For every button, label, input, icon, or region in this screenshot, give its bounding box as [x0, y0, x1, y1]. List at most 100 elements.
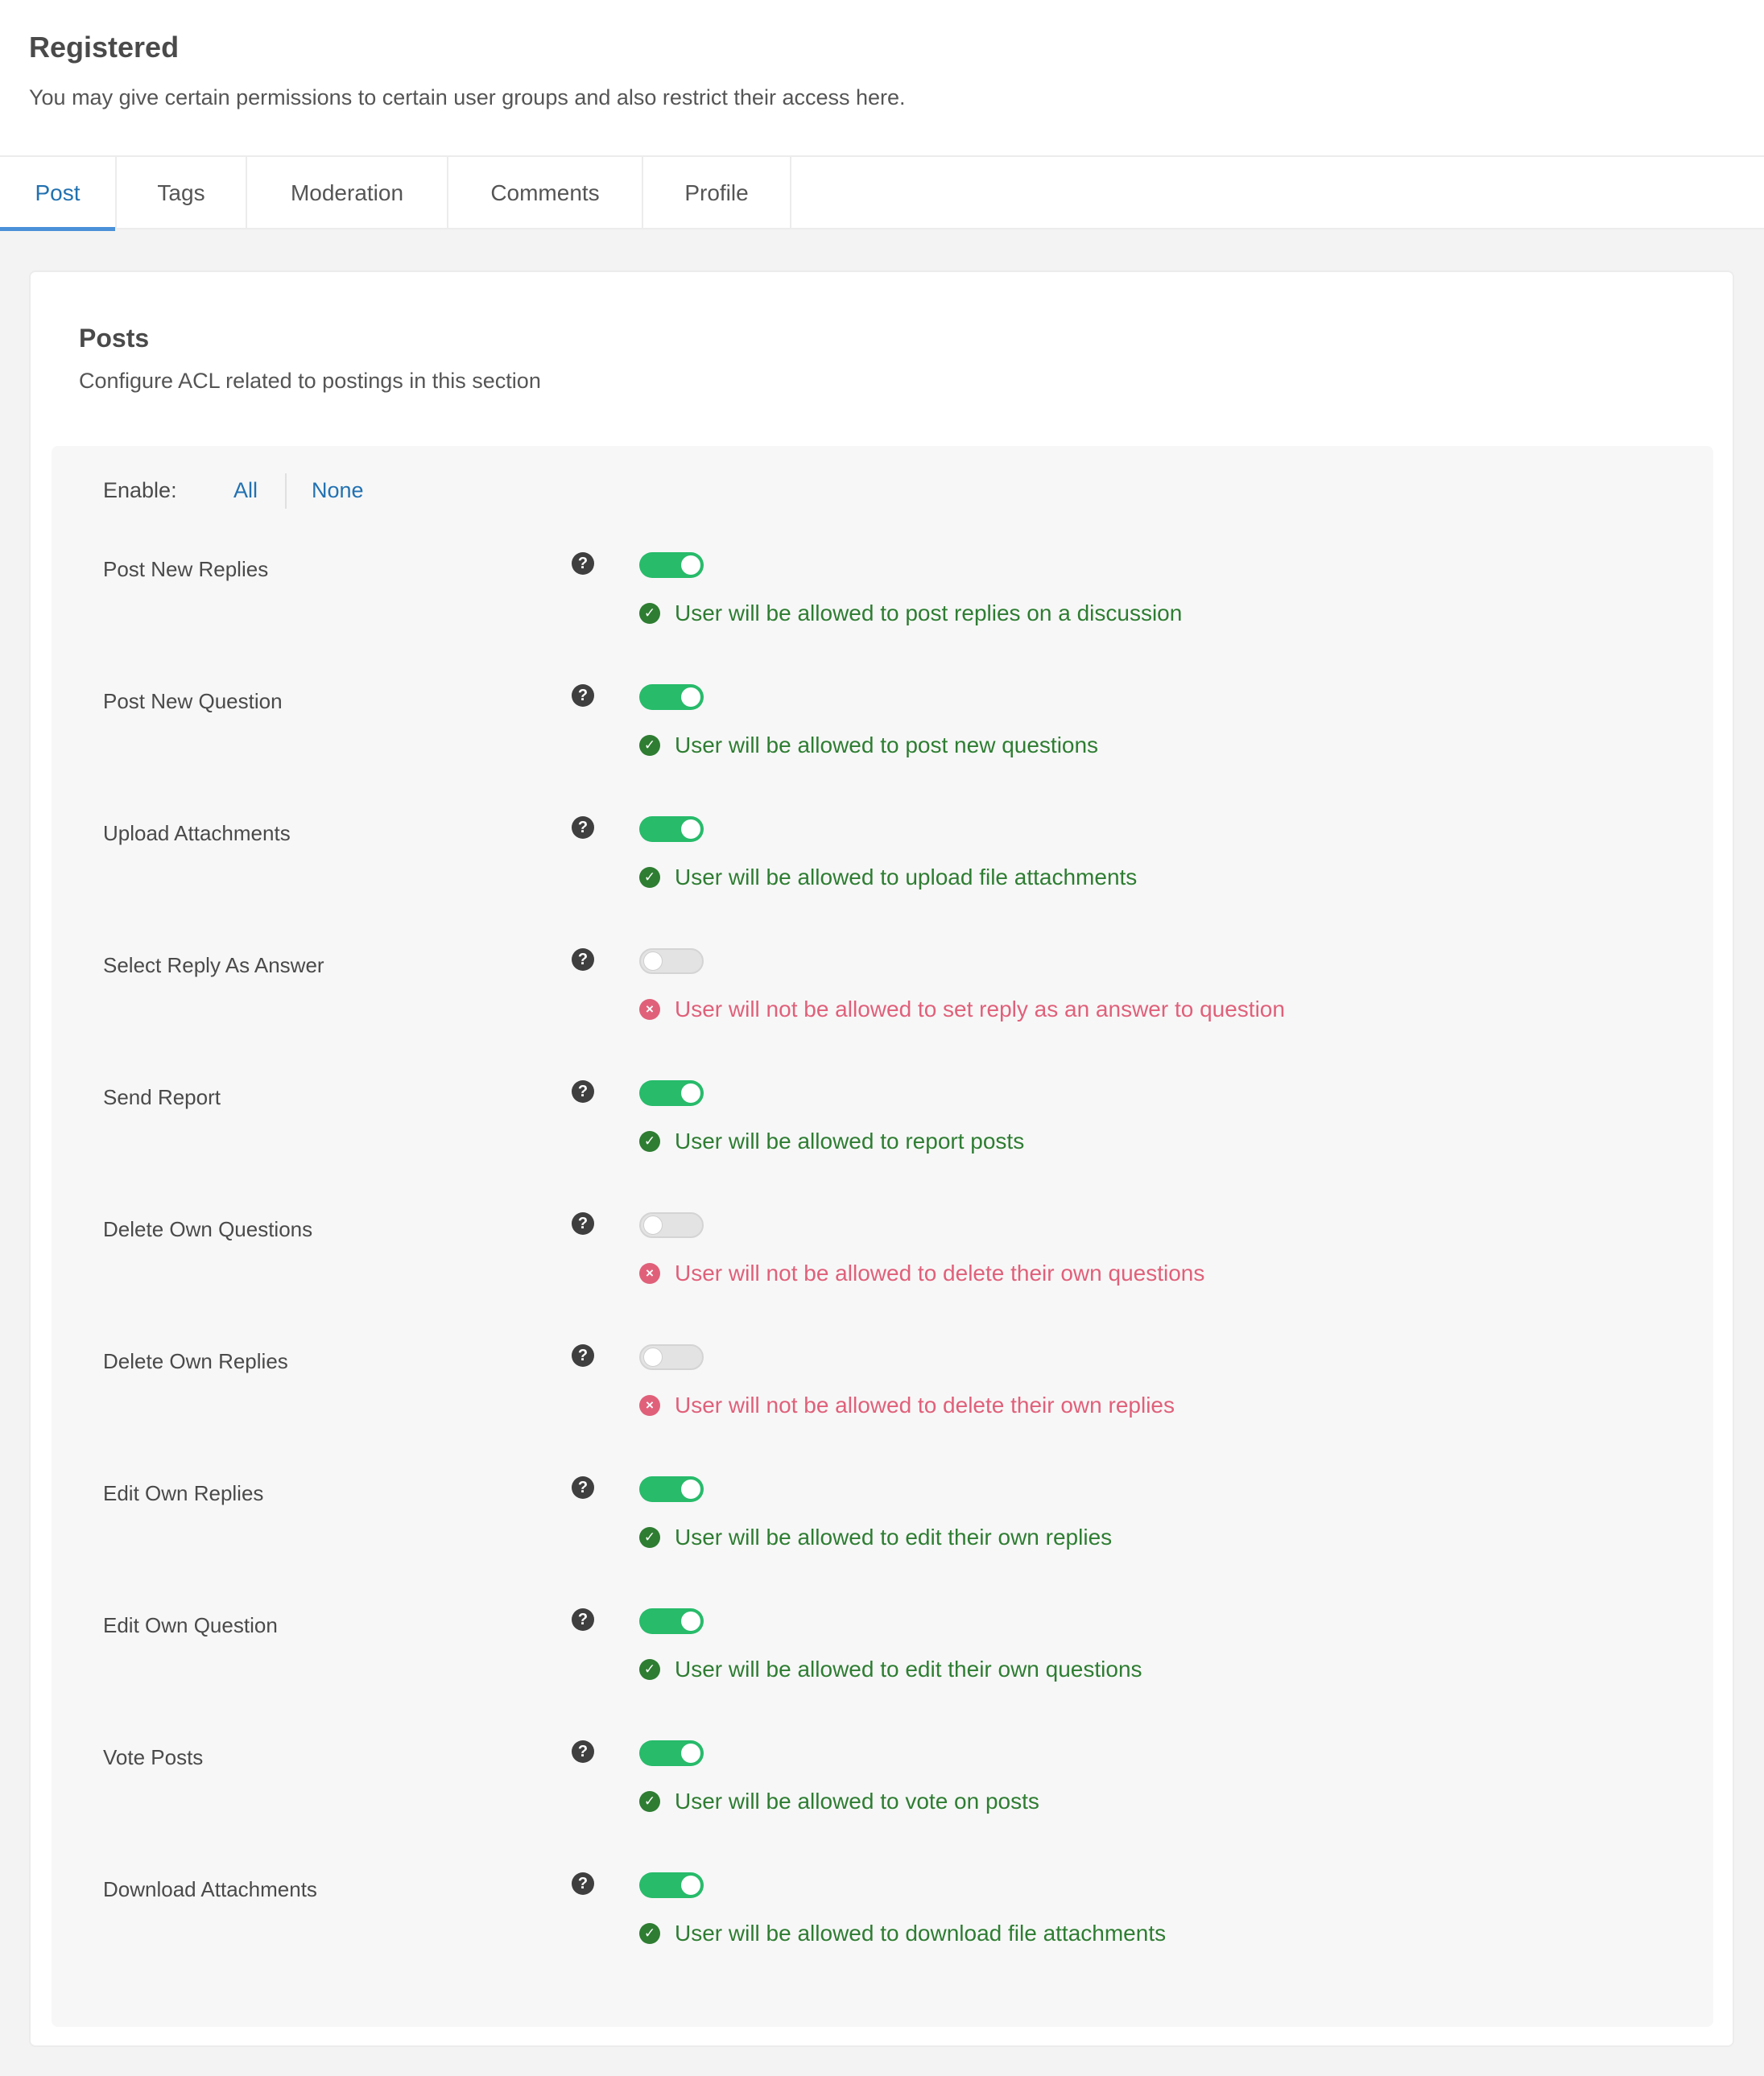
permission-label: Edit Own Replies [103, 1481, 264, 1505]
permission-row: Delete Own Questions? × User will not be a… [52, 1212, 1713, 1348]
permission-toggle[interactable] [639, 1476, 704, 1502]
permission-status: ✓ User will be allowed to upload file att… [639, 865, 1137, 890]
permission-row: Edit Own Replies? ✓ User will be allowed t… [52, 1476, 1713, 1612]
permission-message: User will be allowed to download file at… [675, 1921, 1167, 1946]
help-icon[interactable]: ? [572, 1740, 594, 1763]
permission-toggle[interactable] [639, 948, 704, 974]
permission-toggle[interactable] [639, 1344, 704, 1370]
permission-message: User will be allowed to post new questio… [675, 733, 1099, 757]
help-icon[interactable]: ? [572, 1212, 594, 1235]
permission-toggle[interactable] [639, 552, 704, 578]
permission-message: User will not be allowed to delete their… [675, 1393, 1175, 1418]
tab-tags[interactable]: Tags [117, 157, 247, 229]
toggle-knob [681, 1876, 700, 1895]
permission-message: User will be allowed to edit their own r… [675, 1525, 1113, 1550]
enable-none-link[interactable]: None [312, 478, 364, 503]
check-circle-icon: ✓ [639, 735, 660, 756]
toggle-knob [681, 1480, 700, 1499]
permission-row: Vote Posts? ✓ User will be allowed to vote… [52, 1740, 1713, 1876]
permission-toggle[interactable] [639, 1080, 704, 1106]
section-subtitle: Configure ACL related to postings in thi… [79, 369, 541, 393]
x-circle-icon: × [639, 999, 660, 1020]
permission-message: User will be allowed to upload file atta… [675, 865, 1138, 889]
permission-status: × User will not be allowed to set reply a… [639, 997, 1285, 1022]
permission-status: × User will not be allowed to delete thei… [639, 1393, 1175, 1418]
permission-status: × User will not be allowed to delete thei… [639, 1261, 1204, 1286]
permission-row: Send Report? ✓ User will be allowed to rep… [52, 1080, 1713, 1215]
permission-status: ✓ User will be allowed to edit their own … [639, 1525, 1112, 1550]
permission-row: Select Reply As Answer? × User will not be… [52, 948, 1713, 1083]
check-circle-icon: ✓ [639, 1791, 660, 1812]
check-circle-icon: ✓ [639, 603, 660, 624]
help-icon[interactable]: ? [572, 1872, 594, 1895]
toggle-knob [643, 1215, 663, 1235]
enable-all-link[interactable]: All [233, 478, 258, 503]
permission-toggle[interactable] [639, 1740, 704, 1766]
permission-label: Upload Attachments [103, 821, 291, 845]
permission-row: Delete Own Replies? × User will not be all… [52, 1344, 1713, 1480]
permission-toggle[interactable] [639, 684, 704, 710]
permission-label: Send Report [103, 1085, 221, 1109]
permission-status: ✓ User will be allowed to download file a… [639, 1921, 1166, 1946]
permission-label: Download Attachments [103, 1877, 317, 1901]
tab-comments[interactable]: Comments [448, 157, 643, 229]
permission-toggle[interactable] [639, 816, 704, 842]
permission-status: ✓ User will be allowed to edit their own … [639, 1657, 1142, 1682]
enable-label: Enable: [103, 478, 177, 502]
page-title: Registered [29, 31, 180, 64]
help-icon[interactable]: ? [572, 1476, 594, 1499]
permission-label: Vote Posts [103, 1745, 204, 1769]
tabs-bar: Post Tags Moderation Comments Profile [0, 155, 1764, 231]
permission-toggle[interactable] [639, 1872, 704, 1898]
enable-divider [285, 473, 287, 509]
permission-toggle[interactable] [639, 1608, 704, 1634]
permission-row: Upload Attachments? ✓ User will be allowed… [52, 816, 1713, 951]
help-icon[interactable]: ? [572, 684, 594, 707]
permission-message: User will be allowed to report posts [675, 1129, 1025, 1154]
permission-toggle[interactable] [639, 1212, 704, 1238]
permission-label: Post New Replies [103, 557, 269, 581]
tab-post[interactable]: Post [0, 157, 117, 231]
permission-status: ✓ User will be allowed to post new questi… [639, 733, 1098, 758]
x-circle-icon: × [639, 1263, 660, 1284]
toggle-knob [681, 1083, 700, 1103]
help-icon[interactable]: ? [572, 552, 594, 575]
permissions-panel: Enable: All None Post New Replies? ✓ User … [52, 446, 1713, 2027]
permission-label: Delete Own Questions [103, 1217, 313, 1241]
check-circle-icon: ✓ [639, 1131, 660, 1152]
posts-card: Posts Configure ACL related to postings … [29, 270, 1734, 2047]
check-circle-icon: ✓ [639, 867, 660, 888]
help-icon[interactable]: ? [572, 1344, 594, 1367]
permission-message: User will be allowed to vote on posts [675, 1789, 1039, 1814]
tab-profile[interactable]: Profile [643, 157, 791, 229]
permission-message: User will be allowed to edit their own q… [675, 1657, 1142, 1682]
help-icon[interactable]: ? [572, 1080, 594, 1103]
permission-row: Edit Own Question? ✓ User will be allowed … [52, 1608, 1713, 1744]
permission-row: Download Attachments? ✓ User will be allow… [52, 1872, 1713, 2008]
permission-status: ✓ User will be allowed to report posts [639, 1129, 1024, 1154]
permission-row: Post New Question? ✓ User will be allowed … [52, 684, 1713, 819]
permission-label: Select Reply As Answer [103, 953, 324, 977]
permission-message: User will not be allowed to set reply as… [675, 997, 1285, 1021]
toggle-knob [681, 687, 700, 707]
x-circle-icon: × [639, 1395, 660, 1416]
check-circle-icon: ✓ [639, 1923, 660, 1944]
page-header: Registered You may give certain permissi… [0, 0, 1764, 155]
page-subtitle: You may give certain permissions to cert… [29, 85, 906, 109]
permission-label: Delete Own Replies [103, 1349, 288, 1373]
permission-message: User will not be allowed to delete their… [675, 1261, 1205, 1286]
help-icon[interactable]: ? [572, 816, 594, 839]
check-circle-icon: ✓ [639, 1659, 660, 1680]
permission-status: ✓ User will be allowed to vote on posts [639, 1789, 1039, 1814]
toggle-knob [681, 1612, 700, 1631]
section-title: Posts [79, 324, 150, 353]
toggle-knob [681, 1744, 700, 1763]
tab-moderation[interactable]: Moderation [247, 157, 448, 229]
check-circle-icon: ✓ [639, 1527, 660, 1548]
help-icon[interactable]: ? [572, 948, 594, 971]
help-icon[interactable]: ? [572, 1608, 594, 1631]
permission-label: Edit Own Question [103, 1613, 278, 1637]
permission-label: Post New Question [103, 689, 283, 713]
permission-message: User will be allowed to post replies on … [675, 601, 1183, 625]
permission-row: Post New Replies? ✓ User will be allowed t… [52, 552, 1713, 687]
